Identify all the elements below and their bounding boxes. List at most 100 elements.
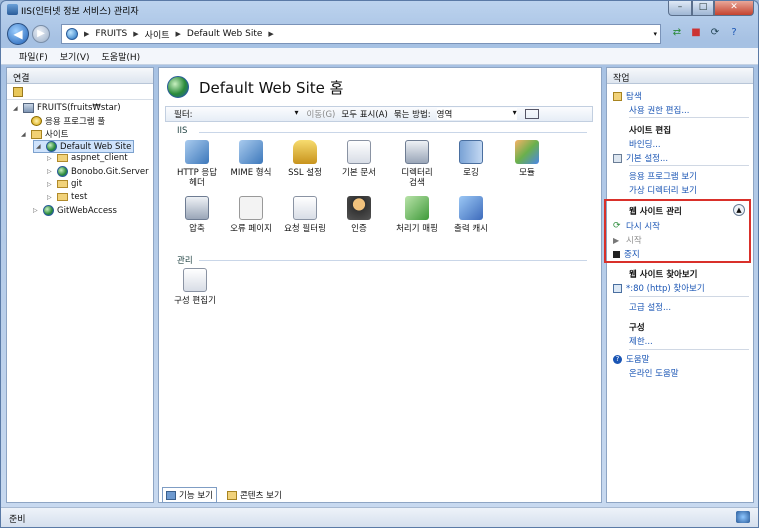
expand-icon[interactable]: ▷ — [47, 155, 54, 162]
tree-node-gitwebaccess[interactable]: ▷ GitWebAccess — [33, 205, 117, 216]
status-bar: 준비 — [1, 507, 758, 527]
collapse-icon[interactable]: ◢ — [21, 131, 28, 138]
feature-handler-mappings[interactable]: 처리기 매핑 — [387, 196, 447, 234]
expand-icon[interactable]: ▷ — [47, 194, 54, 201]
feature-label: 기본 문서 — [342, 168, 376, 178]
action-view-applications[interactable]: 응용 프로그램 보기 — [629, 170, 697, 182]
tree-node-aspnet-client[interactable]: ▷ aspnet_client — [47, 153, 128, 163]
feature-logging[interactable]: 로깅 — [441, 140, 501, 178]
stop-icon[interactable]: ■ — [688, 24, 704, 42]
action-label: *:80 (http) 찾아보기 — [626, 284, 705, 294]
browse-icon — [613, 283, 622, 293]
action-bindings[interactable]: 바인딩... — [629, 138, 661, 150]
maximize-button[interactable]: □ — [692, 1, 714, 16]
feature-label: 처리기 매핑 — [396, 224, 438, 234]
action-view-virtual-directories[interactable]: 가상 디렉터리 보기 — [629, 184, 697, 196]
collapse-icon[interactable]: ◢ — [13, 105, 20, 112]
action-advanced-settings[interactable]: 고급 설정... — [629, 301, 671, 313]
tree-node-label: GitWebAccess — [57, 205, 117, 216]
chevron-down-icon[interactable]: ▾ — [653, 30, 657, 38]
action-basic-settings[interactable]: 기본 설정... — [613, 152, 668, 164]
user-icon — [347, 196, 371, 220]
expand-icon[interactable]: ▷ — [47, 168, 54, 175]
action-limits[interactable]: 제한... — [629, 335, 653, 347]
view-tabs: 기능 보기 콘텐츠 보기 — [158, 487, 602, 503]
feature-label: 구성 편집기 — [174, 296, 216, 306]
feature-label: 인증 — [351, 224, 367, 234]
document-icon — [347, 140, 371, 164]
feature-directory-browsing[interactable]: 디렉터리 검색 — [387, 140, 447, 188]
tree-node-server[interactable]: ◢ FRUITS(fruits₩star) — [13, 103, 121, 113]
address-bar[interactable]: ▶ FRUITS ▶ 사이트 ▶ Default Web Site ▶ ▾ — [61, 24, 661, 44]
show-all-button[interactable]: 모두 표시(A) — [341, 108, 387, 120]
feature-http-response-headers[interactable]: HTTP 응답 헤더 — [167, 140, 227, 188]
sites-icon — [31, 129, 42, 139]
tree-node-default-web-site[interactable]: ◢ Default Web Site — [33, 140, 135, 153]
action-browse-port-80[interactable]: *:80 (http) 찾아보기 — [613, 282, 705, 294]
connect-icon[interactable] — [13, 86, 23, 97]
tree-node-label: 사이트 — [45, 130, 69, 140]
action-help[interactable]: ? 도움말 — [613, 353, 649, 365]
menu-file[interactable]: 파일(F) — [13, 50, 54, 63]
feature-label: 모듈 — [519, 168, 535, 178]
feature-ssl-settings[interactable]: SSL 설정 — [275, 140, 335, 178]
feature-label: MIME 형식 — [230, 168, 272, 178]
tab-content-view[interactable]: 콘텐츠 보기 — [223, 487, 286, 503]
breadcrumb-sites[interactable]: 사이트 — [145, 28, 170, 41]
forward-button[interactable]: ▶ — [32, 25, 50, 43]
directory-browsing-icon — [405, 140, 429, 164]
feature-label: 압축 — [189, 224, 205, 234]
refresh-icon[interactable]: ⟳ — [707, 24, 723, 42]
minimize-button[interactable]: – — [668, 1, 692, 16]
action-edit-permissions[interactable]: 사용 권한 편집... — [629, 104, 689, 116]
action-explore[interactable]: 탐색 — [613, 90, 642, 102]
output-cache-icon — [459, 196, 483, 220]
feature-modules[interactable]: 모듈 — [497, 140, 557, 178]
close-button[interactable]: ✕ — [714, 1, 754, 16]
collapse-icon[interactable]: ◢ — [36, 143, 43, 150]
tree-node-app-pools[interactable]: 응용 프로그램 풀 — [31, 115, 105, 127]
breadcrumb-separator: ▶ — [84, 30, 90, 38]
feature-default-document[interactable]: 기본 문서 — [329, 140, 389, 178]
expand-icon[interactable]: ▷ — [47, 181, 54, 188]
feature-label: 오류 페이지 — [230, 224, 272, 234]
menu-view[interactable]: 보기(V) — [54, 50, 96, 63]
view-mode-icon[interactable] — [524, 109, 539, 119]
tree-node-git[interactable]: ▷ git — [47, 179, 82, 189]
iis-app-icon — [7, 4, 18, 15]
help-icon[interactable]: ? — [726, 24, 742, 42]
connections-toolbar — [7, 84, 153, 100]
action-online-help[interactable]: 온라인 도움말 — [629, 367, 679, 379]
action-label: 도움말 — [626, 355, 650, 365]
feature-request-filtering[interactable]: 요청 필터링 — [275, 196, 335, 234]
breadcrumb-separator: ▶ — [175, 30, 181, 38]
feature-configuration-editor[interactable]: 구성 편집기 — [165, 268, 225, 306]
feature-output-caching[interactable]: 출력 캐시 — [441, 196, 501, 234]
feature-mime-types[interactable]: MIME 형식 — [221, 140, 281, 178]
network-icon[interactable]: ⇄ — [669, 24, 685, 42]
features-view-icon — [166, 490, 176, 500]
tree-node-bonobo[interactable]: ▷ Bonobo.Git.Server — [47, 166, 149, 177]
breadcrumb-separator: ▶ — [133, 30, 139, 38]
features-pane: Default Web Site 홈 필터: 이동(G) 모두 표시(A) 묶는… — [158, 67, 602, 503]
breadcrumb-fruits[interactable]: FRUITS — [95, 29, 127, 39]
menu-help[interactable]: 도움말(H) — [96, 50, 147, 63]
group-by-select[interactable]: 영역 — [436, 108, 517, 120]
go-button[interactable]: 이동(G) — [307, 108, 336, 120]
navigation-bar: ◀ ▶ ▶ FRUITS ▶ 사이트 ▶ Default Web Site ▶ … — [1, 21, 758, 47]
compression-icon — [185, 196, 209, 220]
group-by-label: 묶는 방법: — [393, 110, 431, 120]
feature-authentication[interactable]: 인증 — [329, 196, 389, 234]
feature-compression[interactable]: 압축 — [167, 196, 227, 234]
filter-input[interactable] — [199, 108, 299, 120]
tree-node-test[interactable]: ▷ test — [47, 192, 87, 202]
browse-website-heading: 웹 사이트 찾아보기 — [629, 270, 698, 280]
site-edit-heading: 사이트 편집 — [629, 126, 672, 136]
filter-label: 필터: — [174, 110, 193, 120]
tree-node-sites[interactable]: ◢ 사이트 — [21, 128, 68, 140]
expand-icon[interactable]: ▷ — [33, 207, 40, 214]
feature-error-pages[interactable]: 오류 페이지 — [221, 196, 281, 234]
back-button[interactable]: ◀ — [7, 23, 29, 45]
tab-features-view[interactable]: 기능 보기 — [162, 487, 217, 503]
breadcrumb-default-web-site[interactable]: Default Web Site — [187, 29, 263, 39]
